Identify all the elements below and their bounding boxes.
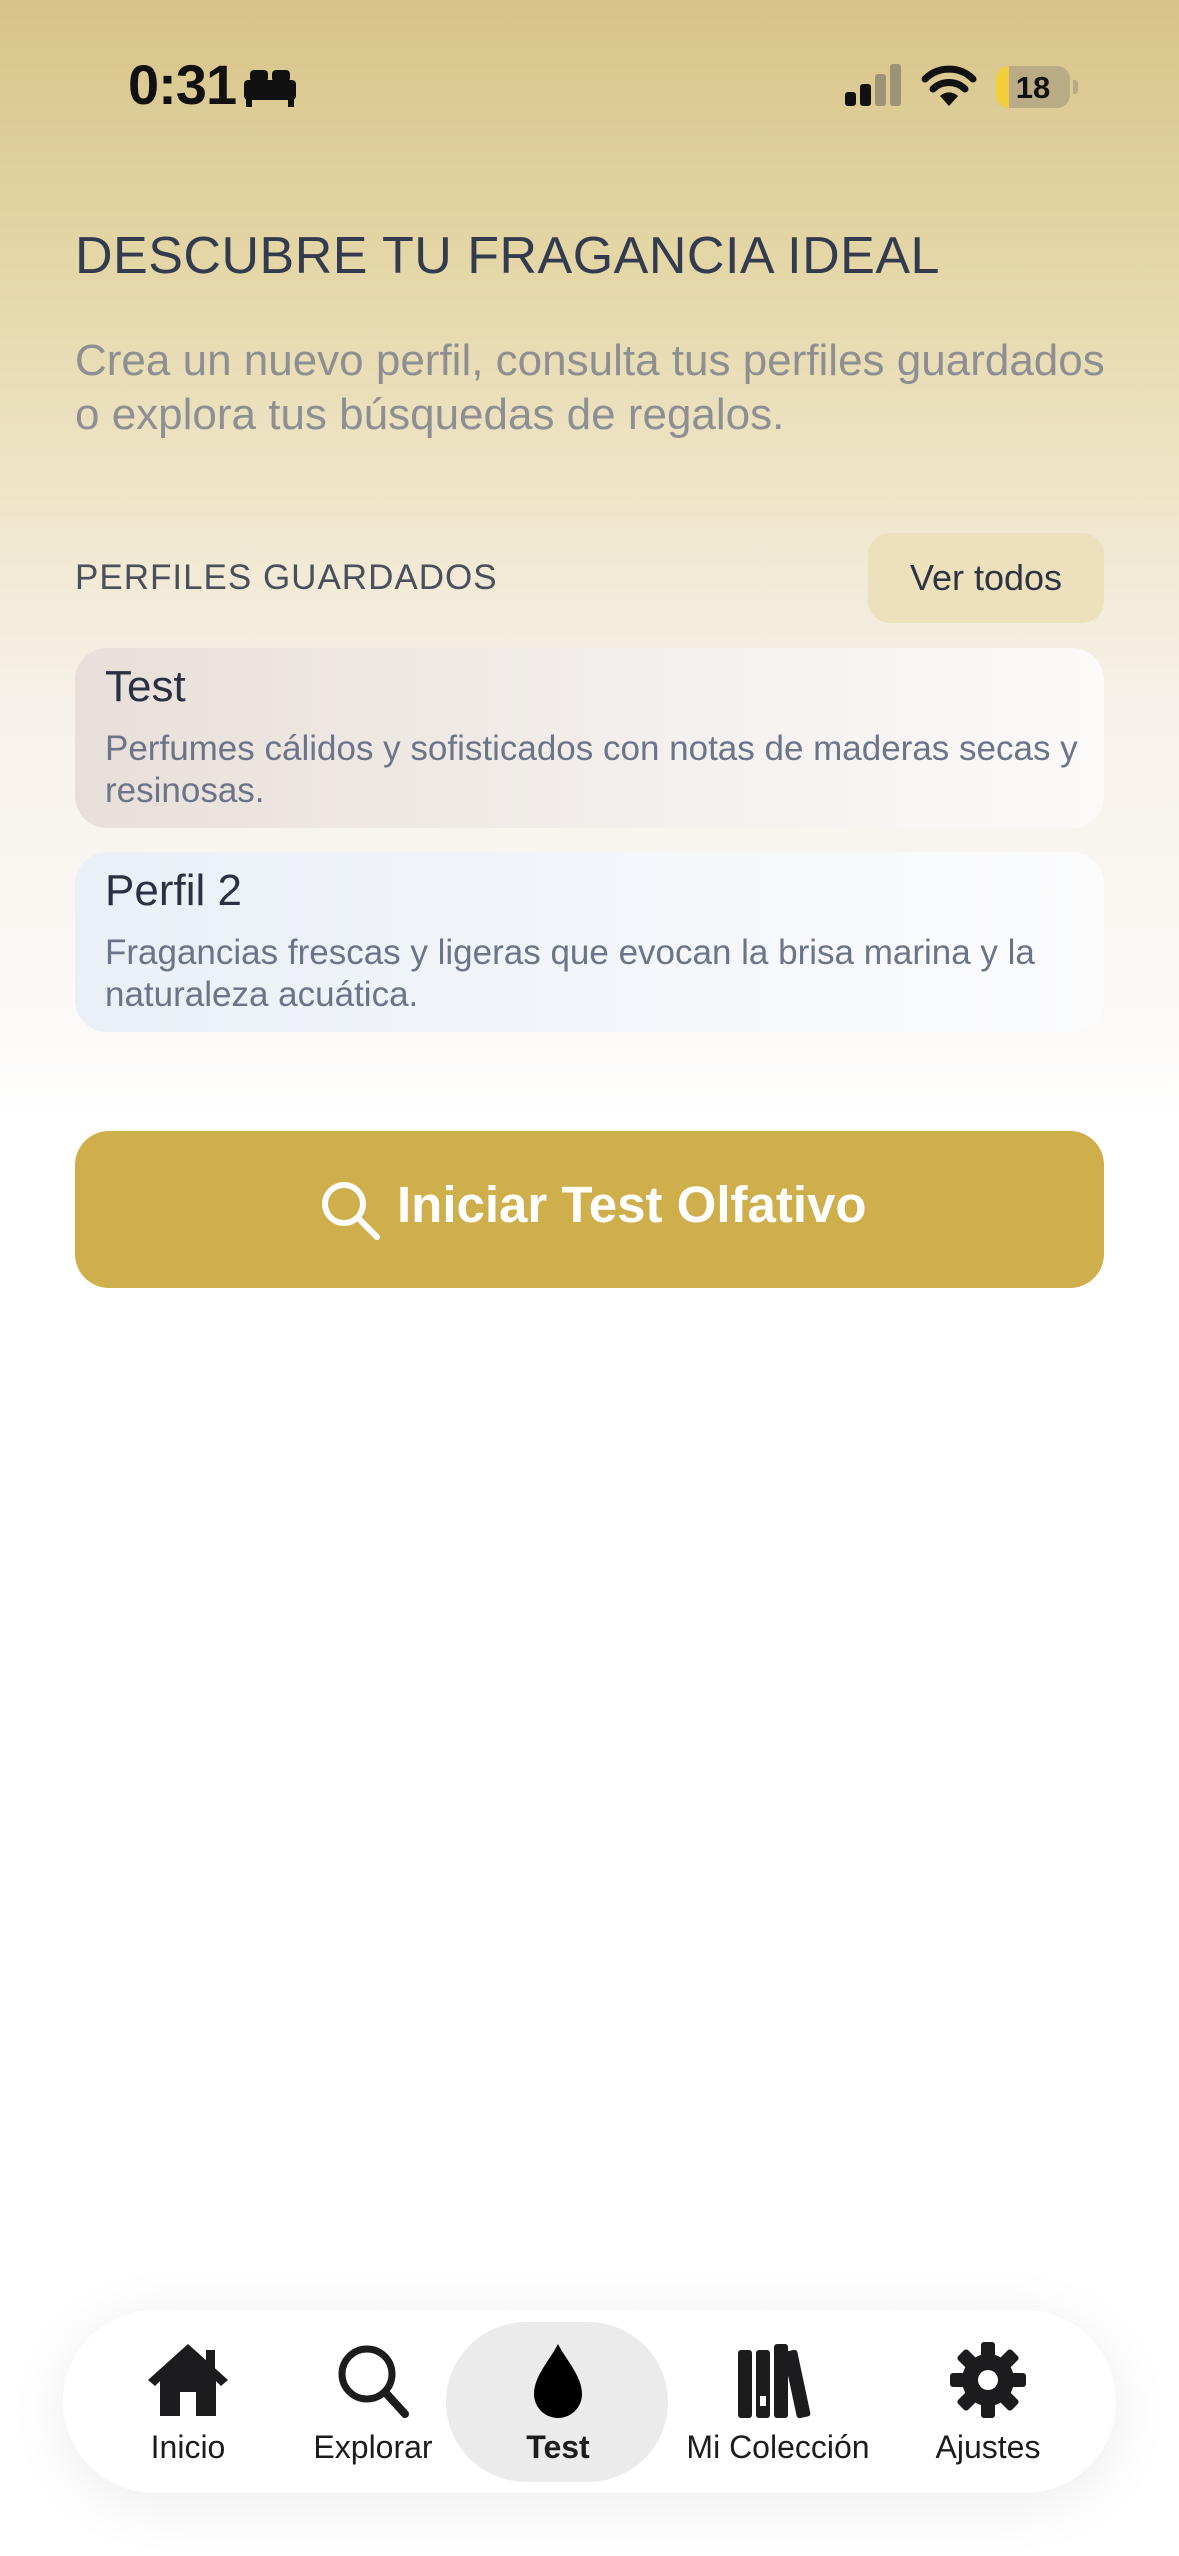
signal-icon: [845, 64, 901, 106]
start-olfactory-test-label: Iniciar Test Olfativo: [397, 1176, 867, 1233]
profile-name: Test: [105, 662, 186, 711]
search-icon: [322, 1182, 380, 1240]
tab-bar: Inicio Explorar Test Mi Colección Ajuste…: [63, 2310, 1116, 2493]
search-icon: [338, 2345, 409, 2418]
start-olfactory-test-button[interactable]: Iniciar Test Olfativo: [75, 1131, 1104, 1288]
drop-icon: [534, 2344, 582, 2418]
tab-label: Test: [526, 2429, 590, 2465]
profile-description: Fragancias frescas y ligeras que evocan …: [105, 933, 1035, 1014]
battery-level: 18: [1015, 70, 1051, 105]
saved-profiles-label: PERFILES GUARDADOS: [75, 558, 498, 597]
tab-label: Inicio: [150, 2429, 226, 2465]
page-subtitle: Crea un nuevo perfil, consulta tus perfi…: [75, 336, 1105, 439]
profile-description: Perfumes cálidos y sofisticados con nota…: [105, 729, 1078, 810]
profile-card[interactable]: Test Perfumes cálidos y sofisticados con…: [75, 648, 1104, 828]
bed-icon: [244, 70, 296, 107]
tab-mi-coleccion[interactable]: Mi Colección: [663, 2310, 893, 2493]
tab-inicio[interactable]: Inicio: [93, 2310, 283, 2493]
tab-label: Explorar: [313, 2429, 433, 2465]
page-title: DESCUBRE TU FRAGANCIA IDEAL: [75, 227, 940, 285]
profile-name: Perfil 2: [105, 866, 242, 915]
see-all-button[interactable]: Ver todos: [868, 533, 1104, 623]
wifi-icon: [921, 65, 977, 106]
tab-label: Mi Colección: [686, 2429, 870, 2465]
books-icon: [738, 2344, 811, 2419]
status-time: 0:31: [128, 53, 237, 116]
house-icon: [148, 2344, 228, 2416]
tab-test[interactable]: Test: [463, 2310, 653, 2493]
battery-indicator: 18: [996, 66, 1078, 108]
profile-card[interactable]: Perfil 2 Fragancias frescas y ligeras qu…: [75, 852, 1104, 1032]
gear-icon: [950, 2342, 1026, 2418]
tab-ajustes[interactable]: Ajustes: [893, 2310, 1083, 2493]
status-bar: 0:31 18: [0, 0, 1179, 175]
tab-label: Ajustes: [935, 2429, 1041, 2465]
tab-explorar[interactable]: Explorar: [283, 2310, 463, 2493]
